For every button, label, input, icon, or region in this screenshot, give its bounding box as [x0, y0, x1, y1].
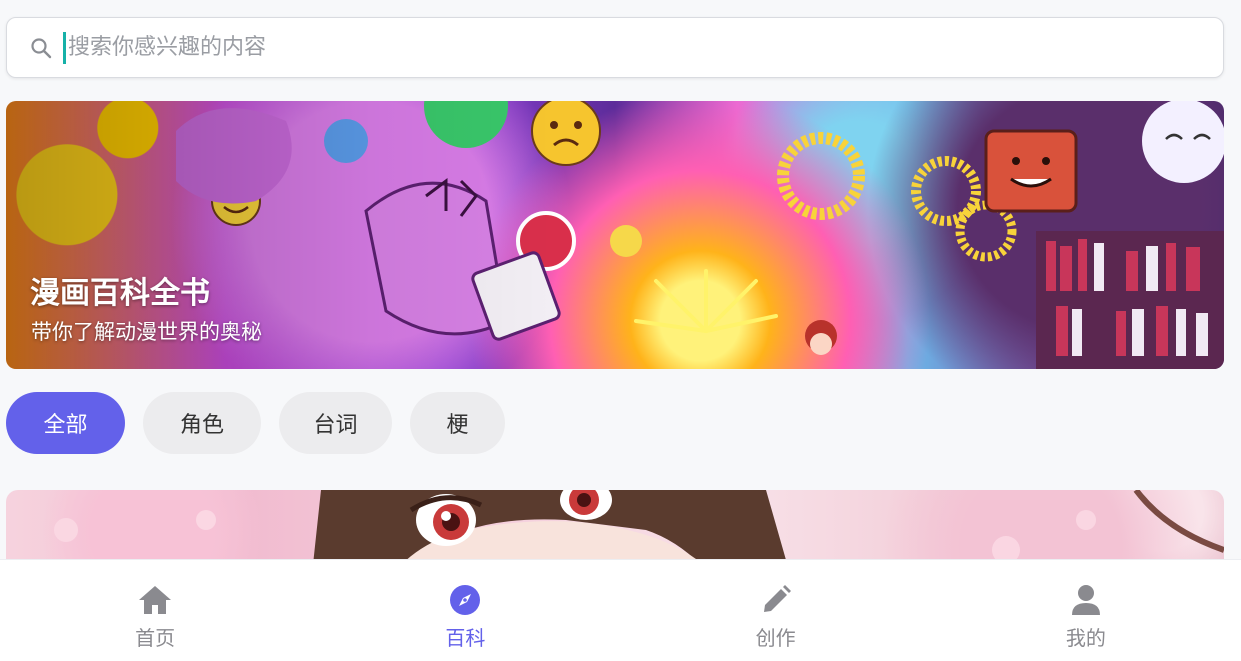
nav-label-create: 创作 — [755, 626, 796, 650]
search-bar[interactable] — [6, 17, 1224, 78]
nav-item-profile[interactable]: 我的 — [931, 560, 1241, 661]
search-icon — [29, 36, 53, 60]
filter-quotes[interactable]: 台词 — [279, 392, 392, 454]
nav-label-home: 首页 — [135, 626, 176, 650]
banner-subtitle: 带你了解动漫世界的奥秘 — [31, 320, 262, 344]
user-icon — [1068, 582, 1104, 618]
banner-title: 漫画百科全书 — [30, 276, 210, 311]
filter-all[interactable]: 全部 — [6, 392, 125, 454]
filter-memes[interactable]: 梗 — [410, 392, 505, 454]
bottom-nav: 首页 百科 创作 我的 — [0, 559, 1241, 661]
nav-item-create[interactable]: 创作 — [621, 560, 931, 661]
nav-item-home[interactable]: 首页 — [0, 560, 310, 661]
compass-icon — [447, 582, 483, 618]
text-caret — [63, 31, 66, 64]
filter-chips: 全部 角色 台词 梗 — [6, 392, 505, 454]
nav-label-profile: 我的 — [1065, 626, 1106, 650]
filter-characters[interactable]: 角色 — [143, 392, 261, 454]
app-root: 漫画百科全书 带你了解动漫世界的奥秘 全部 角色 台词 梗 — [0, 0, 1241, 661]
nav-item-wiki[interactable]: 百科 — [310, 560, 620, 661]
home-icon — [137, 582, 173, 618]
hero-banner[interactable]: 漫画百科全书 带你了解动漫世界的奥秘 — [6, 101, 1224, 369]
pencil-icon — [758, 582, 794, 618]
nav-label-wiki: 百科 — [445, 626, 486, 650]
search-input[interactable] — [68, 35, 1068, 60]
